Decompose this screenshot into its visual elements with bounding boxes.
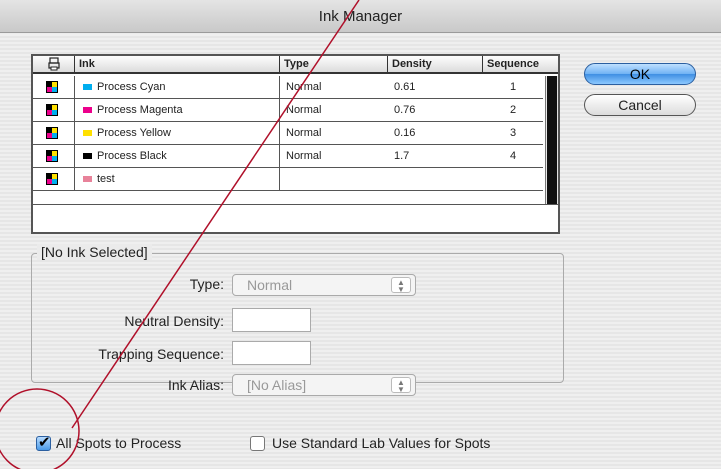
annotation-circle — [0, 388, 80, 469]
annotation-overlay — [0, 0, 360, 469]
annotation-line — [71, 0, 360, 429]
